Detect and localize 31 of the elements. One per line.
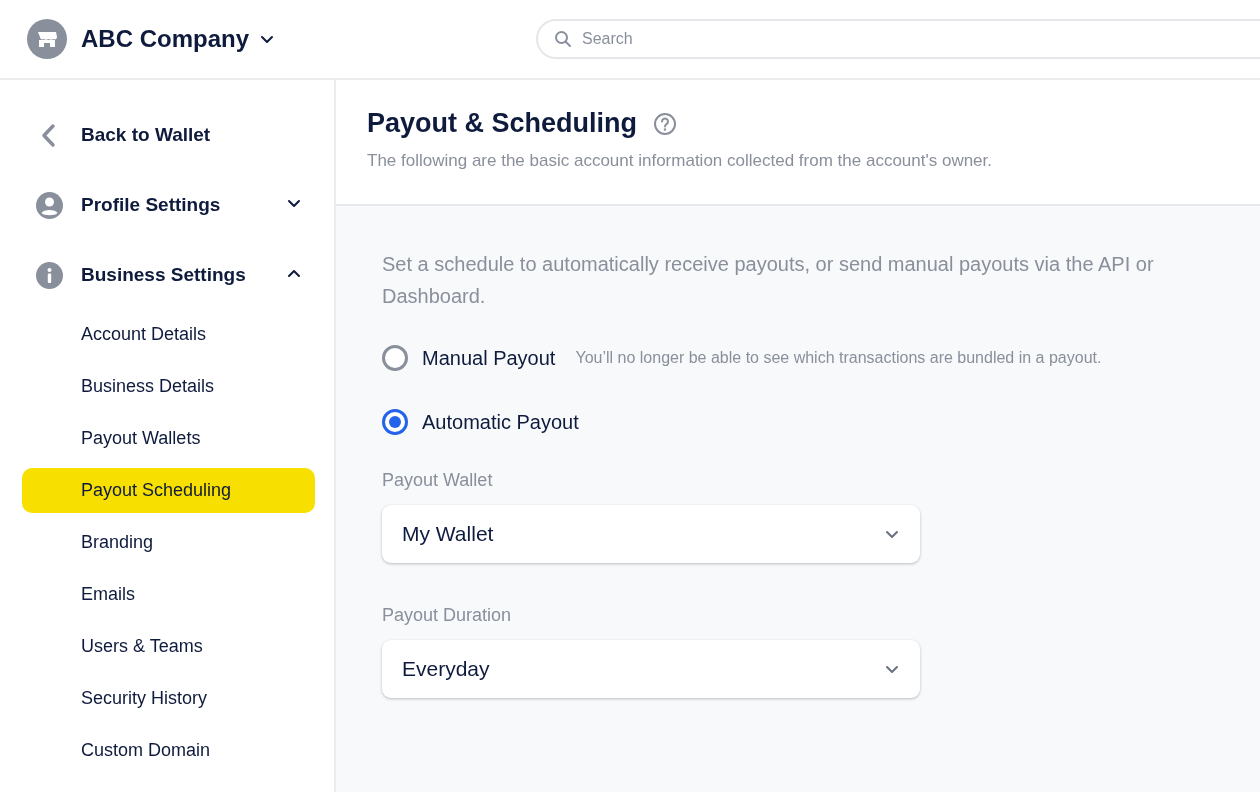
dropdown[interactable]: Everyday — [382, 640, 920, 698]
section-title[interactable]: Business Settings — [81, 264, 268, 286]
sidebar-item[interactable]: Security History — [22, 676, 315, 721]
back-link[interactable]: Back to Wallet — [81, 124, 302, 146]
sidebar-item[interactable]: Branding — [22, 520, 315, 565]
option-label[interactable]: Automatic Payout — [422, 410, 579, 434]
sidebar-item[interactable]: Payout Wallets — [22, 416, 315, 461]
search-icon — [554, 30, 572, 48]
section-title[interactable]: Profile Settings — [81, 194, 268, 216]
page-title: Payout & Scheduling — [367, 108, 638, 139]
search-field[interactable]: Search — [536, 19, 1260, 59]
field-label: Payout Wallet — [382, 470, 494, 491]
company-name: ABC Company — [81, 25, 249, 53]
store-icon — [27, 19, 67, 59]
sidebar-item[interactable]: Account Details — [22, 312, 315, 357]
sidebar-item[interactable]: Custom Domain — [22, 728, 315, 773]
option-note: You’ll no longer be able to see which transactions are bundled in a payout. — [575, 349, 1102, 367]
radio-button[interactable] — [382, 409, 408, 435]
page-subtitle: The following are the basic account information collected from the account's owner. — [367, 151, 994, 171]
help-icon[interactable] — [653, 111, 678, 136]
field-label: Payout Duration — [382, 605, 513, 626]
sidebar-item[interactable]: Payout Scheduling — [22, 468, 315, 513]
user-icon — [36, 191, 63, 219]
sidebar-item[interactable]: Users & Teams — [22, 624, 315, 669]
intro-text: Set a schedule to automatically receive payouts, or send manual payouts via the API or Dashboard. — [382, 252, 1155, 309]
dropdown[interactable]: My Wallet — [382, 505, 920, 563]
radio-button[interactable] — [382, 345, 408, 371]
sidebar-item[interactable]: Business Details — [22, 364, 315, 409]
sidebar-item[interactable]: Emails — [22, 572, 315, 617]
option-label[interactable]: Manual Payout — [422, 346, 556, 370]
info-icon — [36, 261, 63, 289]
